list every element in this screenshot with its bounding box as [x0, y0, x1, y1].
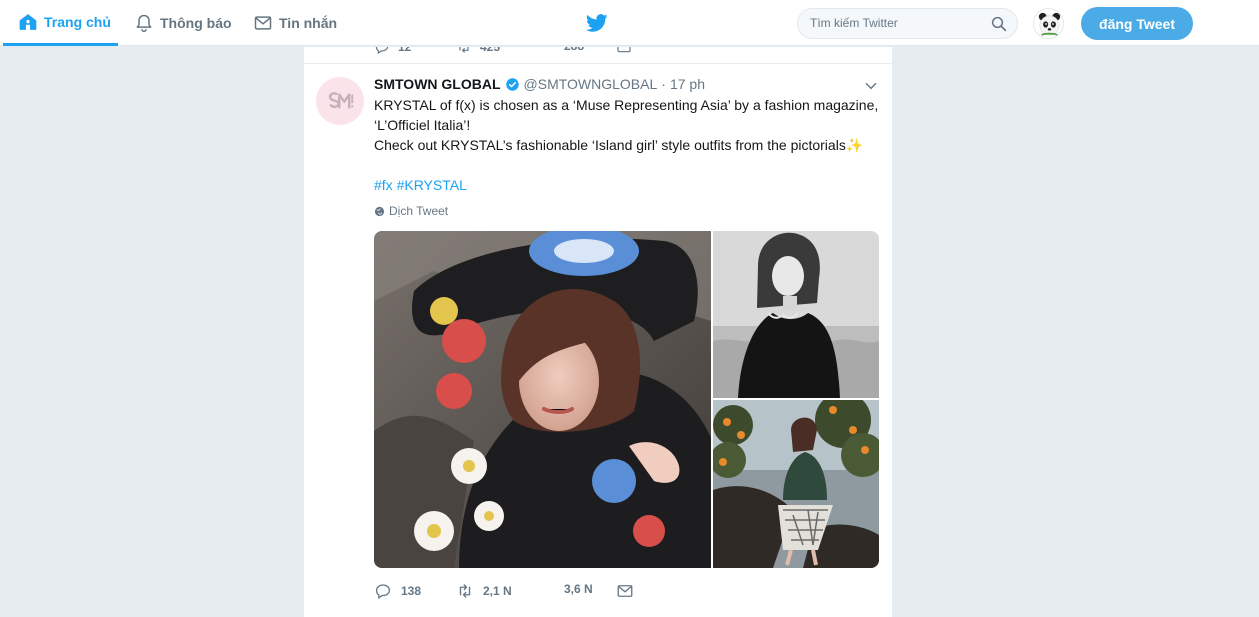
reply-icon [375, 584, 391, 600]
retweet-icon [459, 584, 471, 598]
previous-like-button[interactable]: 288 [564, 47, 584, 53]
previous-share-button[interactable] [616, 47, 632, 55]
nav-notifications-tab[interactable]: Thông báo [134, 0, 232, 46]
previous-reply-button[interactable]: 12 [374, 47, 411, 55]
verified-badge-icon [505, 77, 519, 91]
tweet-text: KRYSTAL of f(x) is chosen as a ‘Muse Rep… [374, 95, 884, 155]
photo-1-image [374, 231, 711, 568]
previous-retweet-button[interactable]: 425 [456, 47, 500, 55]
reply-count: 138 [401, 584, 422, 598]
tweet-photo-2[interactable] [713, 231, 879, 398]
globe-icon [374, 206, 385, 216]
tweet-media-grid [374, 231, 879, 568]
tweet-hashtags[interactable]: #fx #KRYSTAL [374, 175, 467, 195]
like-count: 3,6 N [564, 582, 593, 596]
previous-tweet-actions: 12 425 288 [304, 47, 892, 64]
envelope-icon [617, 585, 633, 597]
smtown-logo-icon [328, 92, 354, 109]
user-avatar[interactable] [1033, 8, 1064, 39]
previous-retweet-count: 425 [480, 47, 501, 54]
tweet[interactable]: SMTOWN GLOBAL @SMTOWNGLOBAL · 17 ph KRYS… [304, 65, 892, 610]
tweet-author-name[interactable]: SMTOWN GLOBAL [374, 76, 501, 92]
home-icon [19, 13, 37, 30]
photo-2-image [713, 231, 879, 398]
like-button[interactable]: 3,6 N [564, 582, 593, 596]
photo-3-image [713, 400, 879, 568]
tweet-author-handle[interactable]: @SMTOWNGLOBAL [524, 76, 658, 92]
twitter-bird-logo[interactable] [586, 12, 608, 34]
nav-messages-tab[interactable]: Tin nhắn [253, 0, 337, 46]
chevron-down-icon[interactable] [864, 79, 878, 93]
previous-reply-count: 12 [398, 47, 412, 54]
nav-messages-label: Tin nhắn [279, 15, 338, 31]
tweet-author-avatar[interactable] [316, 77, 364, 125]
bell-icon [136, 14, 152, 33]
search-box[interactable] [797, 8, 1018, 39]
tweet-photo-1[interactable] [374, 231, 711, 568]
tweet-photo-3[interactable] [713, 400, 879, 568]
translate-tweet-link[interactable]: Dịch Tweet [374, 204, 448, 218]
retweet-count: 2,1 N [483, 584, 512, 598]
reply-icon [375, 47, 389, 55]
reply-button[interactable]: 138 [374, 582, 421, 600]
search-icon[interactable] [990, 15, 1008, 33]
timeline: 12 425 288 SMTOWN GLOBAL @SMTOWNGLOBAL · [304, 47, 892, 617]
panda-avatar-icon [1038, 12, 1061, 36]
tweet-actions: 138 2,1 N 3,6 N [374, 582, 884, 602]
header-separator: · [661, 76, 666, 92]
retweet-button[interactable]: 2,1 N [456, 582, 512, 600]
envelope-icon [617, 47, 631, 53]
previous-like-count: 288 [564, 47, 584, 53]
envelope-icon [254, 16, 272, 30]
search-input[interactable] [810, 16, 980, 30]
tweet-text-line-2: Check out KRYSTAL’s fashionable ‘Island … [374, 137, 864, 153]
retweet-icon [459, 47, 469, 53]
tweet-timestamp[interactable]: 17 ph [670, 76, 705, 92]
nav-home-label: Trang chủ [44, 13, 111, 30]
nav-notifications-label: Thông báo [160, 15, 232, 31]
direct-message-button[interactable] [616, 582, 634, 600]
compose-tweet-button[interactable]: đăng Tweet [1081, 7, 1193, 40]
translate-tweet-label: Dịch Tweet [389, 204, 449, 218]
nav-home-tab[interactable]: Trang chủ [3, 0, 118, 46]
tweet-text-line-1: KRYSTAL of f(x) is chosen as a ‘Muse Rep… [374, 97, 879, 133]
top-navigation-bar: Trang chủ Thông báo Tin nhắn đăng Tweet [0, 0, 1259, 46]
tweet-header: SMTOWN GLOBAL @SMTOWNGLOBAL · 17 ph [374, 76, 705, 92]
